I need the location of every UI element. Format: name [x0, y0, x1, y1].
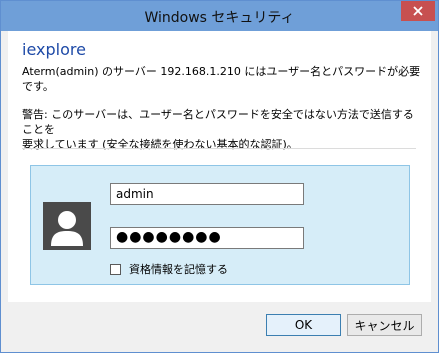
- username-field[interactable]: admin: [110, 183, 304, 205]
- user-avatar-icon: [43, 202, 91, 250]
- title-bar: Windows セキュリティ: [1, 1, 438, 31]
- auth-message: Aterm(admin) のサーバー 192.168.1.210 にはユーザー名…: [22, 64, 422, 94]
- remember-label: 資格情報を記憶する: [129, 263, 228, 276]
- warning-line1: 警告: このサーバーは、ユーザー名とパスワードを安全ではない方法で送信することを: [22, 108, 414, 136]
- window-title: Windows セキュリティ: [144, 10, 295, 26]
- ok-button[interactable]: OK: [266, 314, 341, 336]
- remember-checkbox[interactable]: [110, 263, 121, 275]
- security-dialog: Windows セキュリティ iexplore Aterm(admin) のサー…: [0, 0, 439, 353]
- close-button[interactable]: [401, 1, 435, 21]
- auth-message-line1: Aterm(admin) のサーバー 192.168.1.210 にはユーザー名…: [22, 65, 421, 78]
- auth-message-line2: です。: [22, 80, 54, 93]
- app-name: iexplore: [22, 40, 86, 59]
- warning-line2: 要求しています (安全な接続を使わない基本的な認証)。: [22, 138, 298, 151]
- cancel-button[interactable]: キャンセル: [347, 314, 422, 336]
- password-field[interactable]: ●●●●●●●●: [110, 227, 304, 249]
- close-icon: [413, 6, 423, 16]
- button-bar: OK キャンセル: [8, 302, 431, 347]
- credential-panel: admin ●●●●●●●● 資格情報を記憶する: [30, 165, 410, 285]
- divider: [22, 148, 416, 149]
- remember-credentials[interactable]: 資格情報を記憶する: [110, 261, 228, 277]
- security-warning: 警告: このサーバーは、ユーザー名とパスワードを安全ではない方法で送信することを…: [22, 107, 422, 152]
- dialog-content: iexplore Aterm(admin) のサーバー 192.168.1.21…: [8, 31, 431, 302]
